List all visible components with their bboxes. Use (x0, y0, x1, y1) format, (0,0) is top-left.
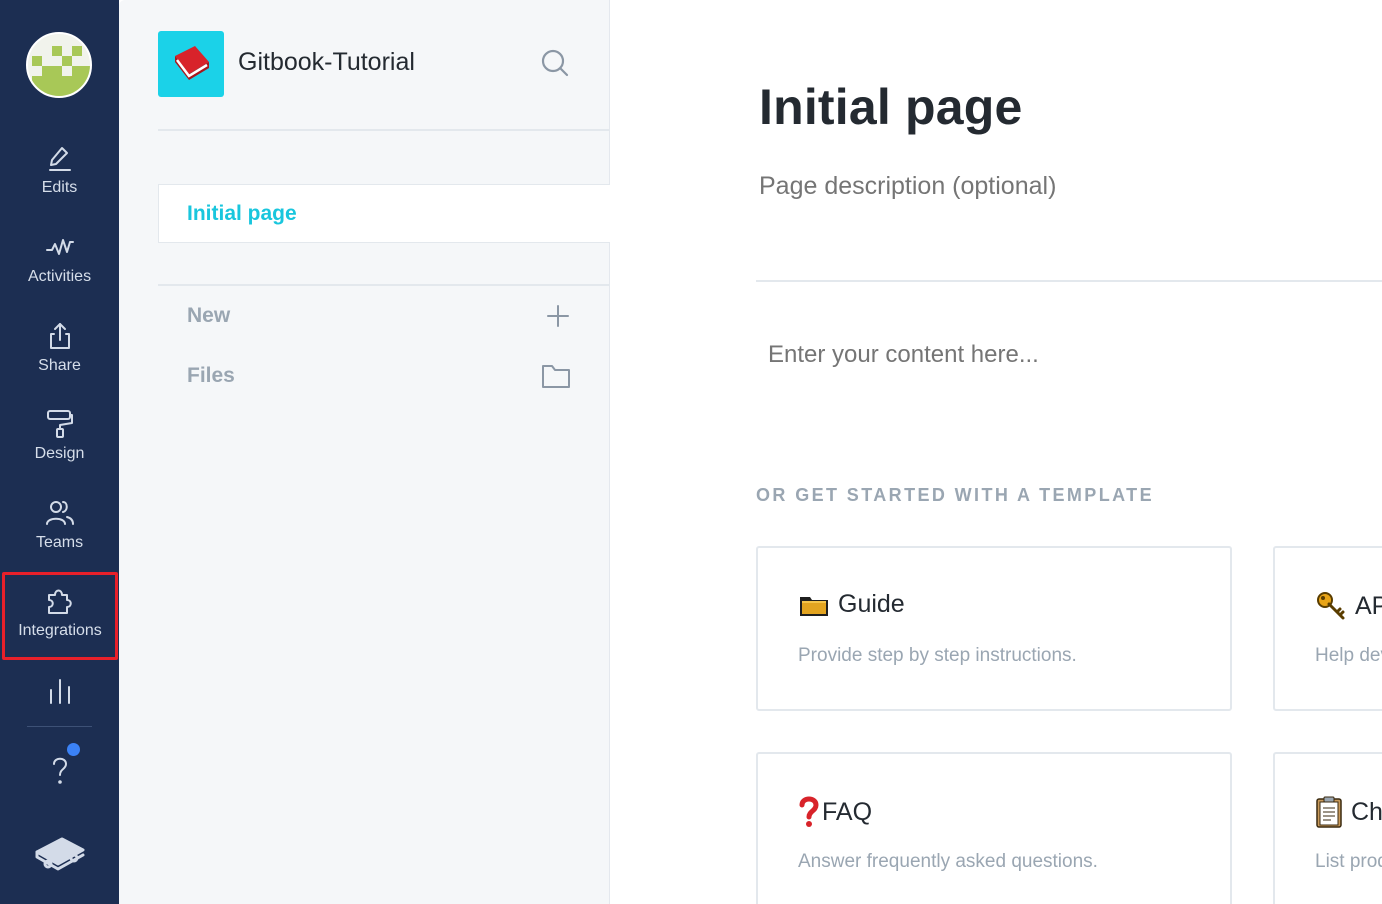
new-page-button[interactable]: New (187, 296, 571, 336)
teams-icon (45, 501, 74, 525)
share-icon (49, 323, 70, 349)
page-item-label: Initial page (187, 201, 297, 225)
activity-icon (45, 239, 74, 255)
rail-teams[interactable]: Teams (0, 498, 119, 580)
paint-roller-icon (46, 410, 73, 438)
files-button[interactable]: Files (187, 356, 571, 396)
rail-label-edits: Edits (41, 179, 78, 196)
rail-label-design: Design (34, 445, 85, 462)
notification-dot (67, 743, 80, 756)
template-title: Guide (838, 590, 905, 618)
rail-label-integrations: Integrations (18, 622, 102, 639)
search-button[interactable] (539, 47, 571, 79)
red-book-icon (175, 46, 209, 80)
space-title[interactable]: Gitbook-Tutorial (238, 48, 415, 77)
title-divider (756, 280, 1382, 282)
rail-label-teams: Teams (35, 534, 84, 551)
gitbook-logo-icon (35, 837, 84, 871)
rail-integrations[interactable]: Integrations (2, 572, 118, 660)
rail-label-activities: Activities (27, 268, 92, 285)
rail-share[interactable]: Share (0, 321, 119, 403)
rail-gitbook-logo[interactable] (0, 834, 119, 878)
template-card-guide[interactable]: Guide Provide step by step instructions. (756, 546, 1232, 711)
template-title: FAQ (822, 797, 873, 826)
bar-chart-icon (49, 679, 70, 704)
template-description: Help developers use your API. (1315, 645, 1382, 666)
rail-design[interactable]: Design (0, 409, 119, 491)
page-item-initial-page[interactable]: Initial page (158, 184, 610, 243)
content-input[interactable] (768, 341, 1328, 369)
rail-analytics[interactable] (0, 676, 119, 712)
folder-emoji-icon (798, 592, 830, 618)
space-panel: Gitbook-Tutorial Initial page New Files (119, 0, 610, 904)
new-label: New (187, 304, 231, 327)
page-title[interactable]: Initial page (759, 78, 1023, 136)
rail-divider (27, 726, 92, 727)
question-emoji-icon (798, 796, 820, 828)
files-label: Files (187, 364, 235, 387)
template-description: List product changes. (1315, 851, 1382, 872)
puzzle-icon (48, 589, 72, 614)
template-card-api[interactable]: API Reference Help developers use your A… (1273, 546, 1382, 711)
rail-activities[interactable]: Activities (0, 232, 119, 314)
gitbook-editor: Edits Activities Share Design Teams Inte… (0, 0, 1382, 904)
edit-icon (48, 147, 71, 171)
help-icon (52, 757, 67, 784)
rail-label-share: Share (38, 357, 81, 374)
plus-icon (547, 305, 569, 327)
rail-edits[interactable]: Edits (0, 143, 119, 225)
template-description: Provide step by step instructions. (798, 645, 1077, 666)
panel-divider (158, 284, 610, 286)
panel-divider (158, 129, 610, 131)
page-description-input[interactable] (759, 172, 1259, 201)
page-editor: Initial page OR GET STARTED WITH A TEMPL… (610, 0, 1382, 904)
template-description: Answer frequently asked questions. (798, 851, 1098, 872)
template-card-changelog[interactable]: Changelog List product changes. (1273, 752, 1382, 904)
folder-icon (542, 365, 570, 388)
clipboard-emoji-icon (1315, 796, 1343, 828)
rail-help[interactable] (0, 755, 119, 791)
left-rail: Edits Activities Share Design Teams Inte… (0, 0, 119, 904)
template-card-faq[interactable]: FAQ Answer frequently asked questions. (756, 752, 1232, 904)
space-logo[interactable] (158, 31, 224, 97)
template-title: API Reference (1355, 591, 1382, 620)
avatar[interactable] (26, 32, 92, 98)
search-icon (541, 49, 569, 77)
key-emoji-icon (1315, 590, 1347, 622)
template-title: Changelog (1351, 797, 1382, 826)
template-heading: OR GET STARTED WITH A TEMPLATE (756, 485, 1154, 505)
